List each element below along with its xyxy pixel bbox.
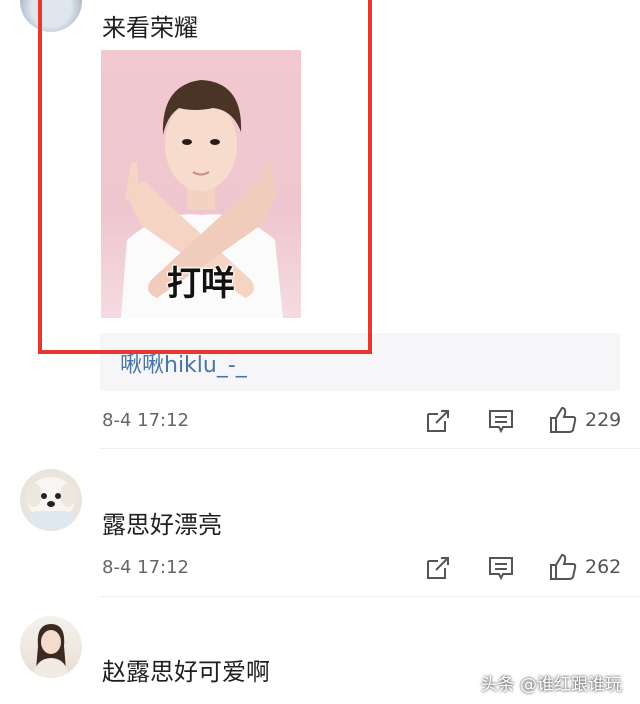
comment-feed: 来看荣耀 打咩 啾啾hiklu_-_ 8-4 17:12 229 露思好漂亮 8…	[0, 0, 640, 704]
girl-avatar-image	[32, 624, 70, 678]
divider	[100, 448, 640, 449]
share-icon[interactable]	[424, 407, 452, 435]
comment-time: 8-4 17:12	[102, 557, 189, 578]
comment-icon[interactable]	[487, 554, 515, 582]
like-count: 229	[585, 409, 622, 431]
share-icon[interactable]	[424, 554, 452, 582]
like-count: 262	[585, 556, 622, 578]
thumbs-up-icon[interactable]	[548, 552, 578, 582]
highlight-box	[38, 0, 372, 354]
comment-icon[interactable]	[487, 407, 515, 435]
dog-avatar-image	[26, 477, 76, 529]
watermark: 头条 @谁红跟谁玩	[480, 675, 622, 695]
comment-time: 8-4 17:12	[102, 410, 189, 431]
thumbs-up-icon[interactable]	[548, 405, 578, 435]
divider	[100, 596, 640, 597]
avatar[interactable]	[20, 469, 82, 531]
comment-text: 赵露思好可爱啊	[102, 658, 270, 686]
comment-text: 露思好漂亮	[102, 511, 222, 539]
avatar[interactable]	[20, 616, 82, 678]
